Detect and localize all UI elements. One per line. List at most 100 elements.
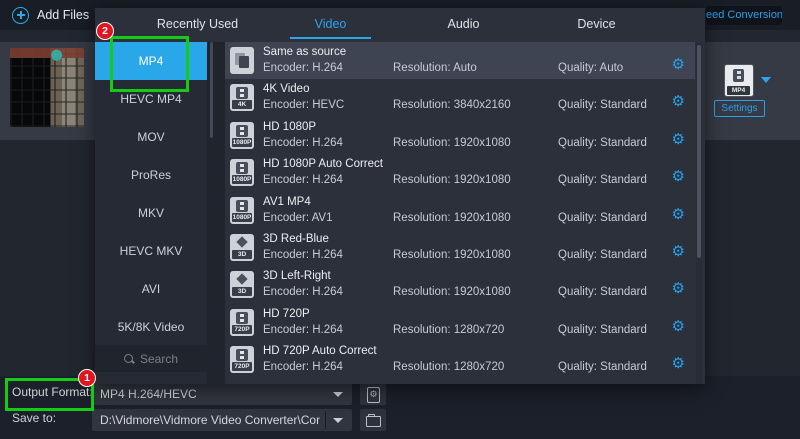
output-format-caret-icon[interactable]: [333, 392, 343, 397]
output-format-value: MP4 H.264/HEVC: [100, 387, 197, 401]
gear-icon[interactable]: ⚙: [672, 244, 685, 259]
format-row-hd-720p-auto-correct[interactable]: 720P HD 720P Auto Correct Encoder: H.264 Re…: [225, 341, 695, 378]
resolution-badge: 1080P: [232, 175, 252, 185]
format-encoder: Encoder: H.264: [263, 361, 343, 374]
folder-icon: [366, 414, 381, 427]
format-row-av1-mp4[interactable]: 1080P AV1 MP4 Encoder: AV1 Resolution: 1920…: [225, 192, 695, 229]
tab-recently-used[interactable]: Recently Used: [131, 8, 264, 40]
format-encoder: Encoder: AV1: [263, 211, 333, 224]
gear-icon[interactable]: ⚙: [672, 169, 685, 184]
format-dropdown-caret-icon[interactable]: [761, 77, 771, 83]
output-format-icon-button[interactable]: MP4: [724, 64, 754, 97]
open-folder-button[interactable]: [360, 409, 386, 431]
format-quality: Quality: Standard: [558, 211, 647, 224]
format-name: AV1 MP4: [263, 195, 311, 208]
output-format-label: Output Format:: [12, 385, 93, 399]
add-plus-icon: [12, 6, 29, 24]
format-encoder: Encoder: H.264: [263, 62, 343, 74]
format-sidebar: MP4 HEVC MP4 MOV ProRes MKV HEVC MKV AVI 5K/8K …: [95, 42, 207, 384]
gear-icon[interactable]: ⚙: [672, 281, 685, 296]
format-row-3d-left-right[interactable]: 3D 3D Left-Right Encoder: H.264 Resolution:…: [225, 266, 695, 303]
format-encoder: Encoder: HEVC: [263, 99, 345, 112]
file-row-right: MP4 Settings: [705, 42, 800, 140]
gear-icon[interactable]: ⚙: [672, 207, 685, 222]
save-to-value: D:\Vidmore\Vidmore Video Converter\Conve…: [100, 413, 320, 427]
sidebar-item-hevc-mp4[interactable]: HEVC MP4: [95, 80, 207, 118]
format-name: 3D Left-Right: [263, 270, 331, 283]
resolution-badge: 3D: [232, 249, 252, 259]
resolution-badge: 1080P: [232, 137, 252, 147]
format-resolution: Resolution: 1920x1080: [393, 211, 511, 224]
format-row-hd-720p[interactable]: 720P HD 720P Encoder: H.264 Resolution: 128…: [225, 304, 695, 341]
format-resolution: Resolution: 1920x1080: [393, 286, 511, 299]
sidebar-item-5k-8k-video[interactable]: 5K/8K Video: [95, 308, 207, 346]
format-row-same-as-source[interactable]: Same as source Encoder: H.264 Resolution: …: [225, 42, 695, 80]
add-files-label: Add Files: [37, 8, 90, 22]
format-name: Same as source: [263, 46, 347, 58]
format-quality: Quality: Standard: [558, 99, 647, 112]
format-name: HD 720P Auto Correct: [263, 345, 377, 358]
resolution-badge: 1080P: [232, 212, 252, 222]
av1-mp4-icon: 1080P: [230, 196, 254, 224]
gear-icon[interactable]: ⚙: [672, 132, 685, 147]
format-resolution: Resolution: 1920x1080: [393, 174, 511, 187]
format-encoder: Encoder: H.264: [263, 136, 343, 149]
settings-button[interactable]: Settings: [714, 100, 765, 117]
gear-icon[interactable]: ⚙: [672, 94, 685, 109]
film-reel-icon: [733, 69, 744, 82]
tab-device[interactable]: Device: [530, 8, 663, 40]
gear-icon[interactable]: ⚙: [672, 57, 685, 72]
format-row-4k-video[interactable]: 4K 4K Video Encoder: HEVC Resolution: 3840x…: [225, 79, 695, 116]
tab-video[interactable]: Video: [264, 8, 397, 40]
format-resolution: Resolution: 3840x2160: [393, 99, 511, 112]
format-resolution: Resolution: Auto: [393, 62, 477, 74]
video-thumbnail[interactable]: [10, 48, 84, 127]
add-files-button[interactable]: Add Files: [12, 5, 106, 25]
field-divider: [325, 411, 326, 429]
list-scrollbar[interactable]: [696, 42, 702, 384]
3d-left-right-icon: 3D: [230, 271, 254, 299]
3d-red-blue-icon: 3D: [230, 233, 254, 261]
output-format-dropdown[interactable]: MP4 H.264/HEVC: [92, 383, 352, 405]
search-box[interactable]: Search: [95, 345, 207, 372]
speed-conversion-tab[interactable]: eed Conversion: [706, 6, 782, 25]
list-scrollbar-thumb[interactable]: [697, 45, 701, 258]
format-quality: Quality: Standard: [558, 323, 647, 336]
format-quality: Quality: Standard: [558, 174, 647, 187]
profile-settings-button[interactable]: ⚙: [360, 383, 386, 405]
tab-audio[interactable]: Audio: [397, 8, 530, 40]
sidebar-item-mkv[interactable]: MKV: [95, 194, 207, 232]
sidebar-scrollbar[interactable]: [210, 42, 213, 138]
format-panel: Recently Used Video Audio Device MP4 HEVC MP…: [95, 8, 705, 384]
format-resolution: Resolution: 1280x720: [393, 323, 505, 336]
sidebar-item-hevc-mkv[interactable]: HEVC MKV: [95, 232, 207, 270]
hd-1080p-auto-correct-icon: 1080P: [230, 159, 254, 187]
hd-720p-auto-correct-icon: 720P: [230, 346, 254, 374]
format-row-hd-1080p[interactable]: 1080P HD 1080P Encoder: H.264 Resolution: 1…: [225, 117, 695, 154]
sidebar-item-avi[interactable]: AVI: [95, 270, 207, 308]
format-encoder: Encoder: H.264: [263, 174, 343, 187]
sidebar-item-mov[interactable]: MOV: [95, 118, 207, 156]
resolution-badge: 720P: [232, 324, 252, 334]
tab-bar: Recently Used Video Audio Device: [131, 8, 663, 40]
gear-icon[interactable]: ⚙: [672, 319, 685, 334]
sidebar-item-prores[interactable]: ProRes: [95, 156, 207, 194]
format-name: 3D Red-Blue: [263, 232, 329, 245]
resolution-badge: 720P: [232, 362, 252, 372]
format-resolution: Resolution: 1920x1080: [393, 248, 511, 261]
sidebar-items: MP4 HEVC MP4 MOV ProRes MKV HEVC MKV AVI 5K/8K …: [95, 42, 207, 346]
4k-video-icon: 4K: [230, 84, 254, 112]
format-row-3d-red-blue[interactable]: 3D 3D Red-Blue Encoder: H.264 Resolution: 1…: [225, 229, 695, 266]
save-to-caret-icon[interactable]: [333, 418, 343, 423]
format-row-hd-1080p-auto-correct[interactable]: 1080P HD 1080P Auto Correct Encoder: H.264…: [225, 154, 695, 191]
format-encoder: Encoder: H.264: [263, 248, 343, 261]
file-row-left: [0, 42, 95, 140]
format-badge: MP4: [727, 86, 750, 95]
hd-1080p-icon: 1080P: [230, 121, 254, 149]
save-to-dropdown[interactable]: D:\Vidmore\Vidmore Video Converter\Conve…: [92, 409, 352, 431]
same-as-source-icon: [230, 47, 254, 74]
gear-icon[interactable]: ⚙: [672, 356, 685, 371]
format-name: HD 1080P Auto Correct: [263, 158, 383, 171]
sidebar-item-mp4[interactable]: MP4: [95, 42, 207, 80]
format-resolution: Resolution: 1920x1080: [393, 136, 511, 149]
